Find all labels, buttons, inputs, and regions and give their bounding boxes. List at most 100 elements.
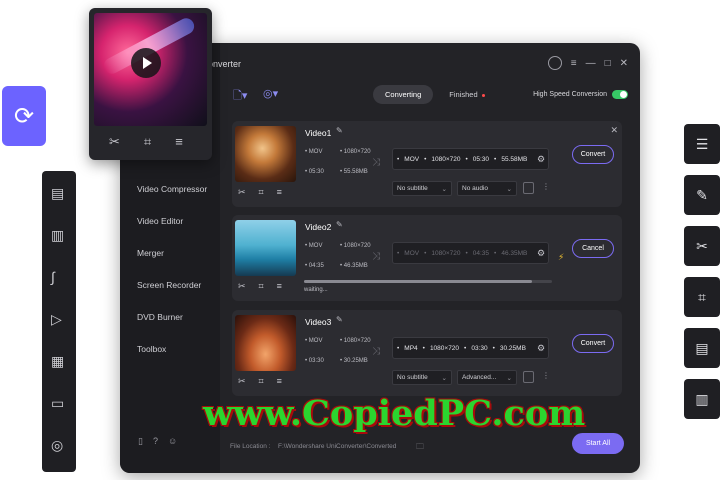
- target-format[interactable]: • MOV • 1080×720 • 04:35 • 46.35MB: [392, 242, 549, 264]
- sidebar-item-dvd-burner[interactable]: DVD Burner: [137, 311, 207, 343]
- src-res-value: 1080×720: [343, 338, 371, 344]
- file-location-path[interactable]: F:\Wondershare UniConverter\Converted: [278, 443, 396, 450]
- dst-duration: 05:30: [472, 155, 490, 163]
- src-format: • MOV: [305, 243, 323, 249]
- close-card-icon[interactable]: ✕: [610, 125, 618, 136]
- menu-icon[interactable]: ≡: [277, 187, 282, 198]
- src-duration: • 04:35: [305, 263, 324, 269]
- add-file-icon[interactable]: 🗋▾: [233, 87, 247, 106]
- subtitle-edit-icon[interactable]: [523, 182, 534, 194]
- src-duration: • 05:30: [305, 169, 324, 175]
- target-format[interactable]: • MP4 • 1080×720 • 03:30 • 30.25MB: [392, 337, 549, 359]
- video-thumbnail-3[interactable]: [235, 315, 296, 371]
- progress-fill: [304, 280, 533, 283]
- scissors-icon[interactable]: ✂: [238, 187, 246, 198]
- src-res: • 1080×720: [340, 338, 371, 344]
- sidebar-item-screen-recorder[interactable]: Screen Recorder: [137, 279, 207, 311]
- crop-icon[interactable]: ⌗: [259, 376, 264, 387]
- app-title: onverter: [208, 59, 242, 69]
- settings-gear-icon[interactable]: ⚙: [537, 248, 545, 259]
- settings-gear-icon[interactable]: ⚙: [537, 154, 545, 165]
- scissors-icon[interactable]: ✂: [238, 376, 246, 387]
- info-icon[interactable]: ⋮: [542, 182, 550, 191]
- sidebar-bottom-icons: ▯ ? ☺: [138, 436, 177, 447]
- convert-button[interactable]: Convert: [572, 334, 614, 353]
- src-format: • MOV: [305, 338, 323, 344]
- minimize-icon[interactable]: —: [586, 58, 596, 69]
- settings-sliders-icon: ☰: [684, 124, 720, 164]
- play-icon[interactable]: [131, 48, 161, 78]
- folder-icon[interactable]: 🗀: [416, 441, 424, 455]
- preview-popup: ✂ ⌗ ≡: [89, 8, 212, 160]
- tab-finished[interactable]: Finished: [437, 85, 496, 104]
- src-size-value: 55.58MB: [343, 169, 368, 175]
- tab-finished-label: Finished: [449, 90, 478, 99]
- avatar[interactable]: [547, 56, 562, 70]
- edit-icon[interactable]: ✎: [336, 126, 343, 135]
- subtitle-value: No subtitle: [397, 374, 428, 381]
- dst-duration: 03:30: [471, 344, 488, 352]
- video-card-3: ✂ ⌗ ≡ Video3 ✎ • MOV • 1080×720 • 03:30 …: [232, 310, 622, 396]
- sidebar-item-video-editor[interactable]: Video Editor: [137, 215, 207, 247]
- src-res: • 1080×720: [340, 149, 371, 155]
- convert-arrows-icon: ⤨: [372, 346, 380, 357]
- dst-size: 30.25MB: [499, 344, 526, 352]
- target-format[interactable]: • MOV • 1080×720 • 05:30 • 55.58MB: [392, 148, 549, 170]
- add-from-device-icon[interactable]: ◎▾: [263, 87, 278, 100]
- subtitle-select[interactable]: No subtitle ⌄: [392, 181, 452, 196]
- help-icon[interactable]: ?: [153, 436, 158, 447]
- src-format-value: MOV: [308, 243, 323, 249]
- transition-icon: ∫: [51, 269, 55, 285]
- src-duration: • 03:30: [305, 358, 324, 364]
- sidebar-menu: Video Compressor Video Editor Merger Scr…: [137, 183, 207, 375]
- maximize-icon[interactable]: □: [605, 58, 611, 69]
- menu-icon[interactable]: ≡: [175, 134, 183, 150]
- audio-select[interactable]: No audio ⌄: [457, 181, 517, 196]
- dst-res: 1080×720: [431, 155, 461, 163]
- crop-icon[interactable]: ⌗: [259, 281, 264, 292]
- audio-value: No audio: [462, 185, 489, 192]
- src-res: • 1080×720: [340, 243, 371, 249]
- sidebar-item-toolbox[interactable]: Toolbox: [137, 343, 207, 375]
- video-name: Video1: [305, 128, 332, 138]
- user-icon[interactable]: ☺: [168, 436, 177, 447]
- convert-button[interactable]: Convert: [572, 145, 614, 164]
- doc-settings-icon: ▭: [51, 395, 65, 411]
- audio-value: Advanced...: [462, 374, 497, 381]
- edit-icon[interactable]: ✎: [336, 220, 343, 229]
- audio-select[interactable]: Advanced... ⌄: [457, 370, 517, 385]
- crop-icon: ⌗: [684, 277, 720, 317]
- crop-icon[interactable]: ⌗: [144, 134, 151, 150]
- video-thumbnail-1[interactable]: [235, 126, 296, 182]
- subtitle-select[interactable]: No subtitle ⌄: [392, 370, 452, 385]
- menu-icon[interactable]: ≡: [571, 58, 577, 69]
- high-speed-toggle[interactable]: [612, 90, 628, 99]
- close-icon[interactable]: ✕: [620, 58, 628, 69]
- video-thumbnail-2[interactable]: [235, 220, 296, 276]
- menu-icon[interactable]: ≡: [277, 281, 282, 292]
- sidebar-item-merger[interactable]: Merger: [137, 247, 207, 279]
- dst-format: MOV: [404, 249, 420, 257]
- menu-icon[interactable]: ≡: [277, 376, 282, 387]
- edit-icon[interactable]: ✎: [336, 315, 343, 324]
- status-text: waiting...: [304, 287, 328, 293]
- card-3-actions: ✂ ⌗ ≡: [238, 376, 282, 387]
- audio-icon: ▥: [684, 379, 720, 419]
- book-icon[interactable]: ▯: [138, 436, 143, 447]
- src-size-value: 30.25MB: [343, 358, 368, 364]
- info-icon[interactable]: ⋮: [542, 371, 550, 380]
- tab-converting[interactable]: Converting: [373, 85, 434, 104]
- cancel-button[interactable]: Cancel: [572, 239, 614, 258]
- scissors-icon[interactable]: ✂: [109, 134, 120, 150]
- crop-icon[interactable]: ⌗: [259, 187, 264, 198]
- scissors-icon[interactable]: ✂: [238, 281, 246, 292]
- film-icon: ▥: [51, 227, 65, 243]
- card-2-actions: ✂ ⌗ ≡: [238, 281, 282, 292]
- tabs: Converting Finished: [373, 85, 497, 104]
- window-controls: ≡ — □ ✕: [547, 56, 628, 70]
- settings-gear-icon[interactable]: ⚙: [537, 343, 545, 354]
- chevron-down-icon: ⌄: [506, 375, 512, 382]
- subtitle-edit-icon[interactable]: [523, 371, 534, 383]
- sidebar-item-video-compressor[interactable]: Video Compressor: [137, 183, 207, 215]
- start-all-button[interactable]: Start All: [572, 433, 624, 454]
